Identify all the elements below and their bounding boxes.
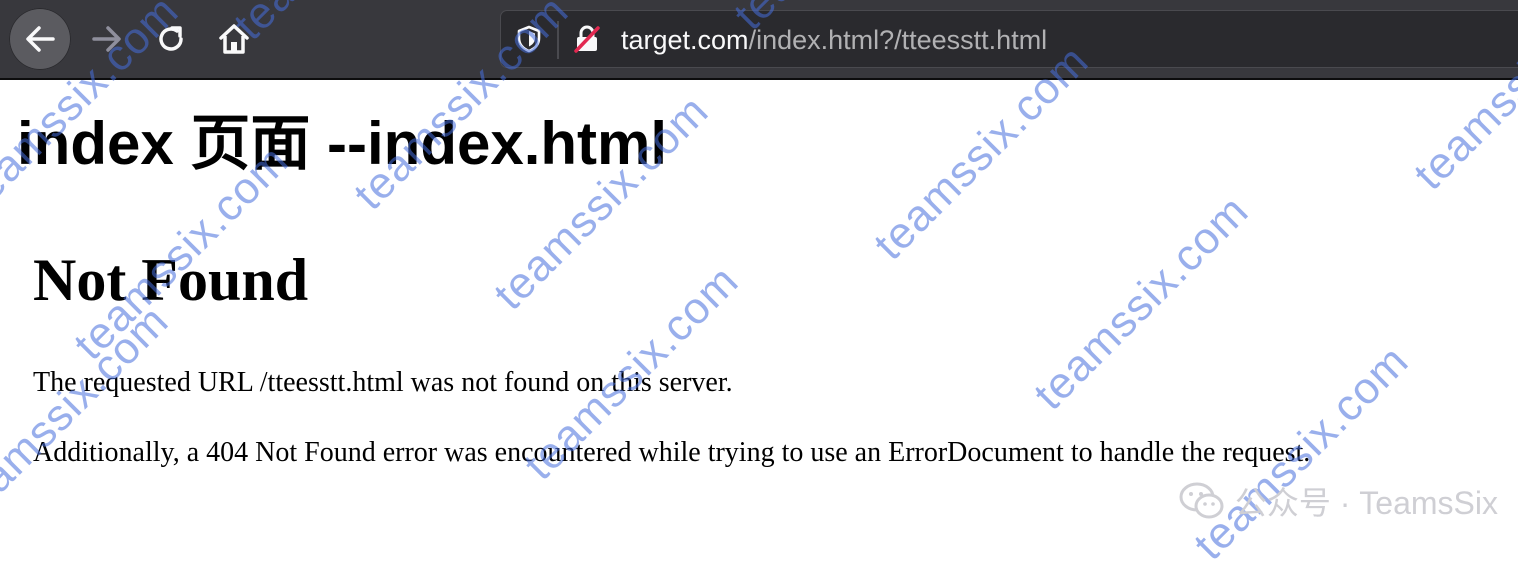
url-path: /index.html?/tteesstt.html: [748, 25, 1048, 55]
back-arrow-icon: [26, 26, 55, 52]
address-bar[interactable]: target.com/index.html?/tteesstt.html: [500, 10, 1518, 68]
forward-button[interactable]: [76, 8, 138, 70]
brand-text: 公众号 · TeamsSix: [1234, 485, 1498, 521]
error-heading: Not Found: [33, 247, 309, 313]
error-message: The requested URL /tteesstt.html was not…: [33, 367, 733, 398]
url-text[interactable]: target.com/index.html?/tteesstt.html: [621, 23, 1047, 57]
home-button[interactable]: [203, 8, 265, 70]
wechat-brand-watermark: 公众号 · TeamsSix: [1179, 478, 1498, 524]
watermark-text: teamssix.com: [0, 295, 178, 530]
shield-icon: [517, 25, 541, 53]
reload-icon: [159, 26, 183, 51]
forward-arrow-icon: [92, 26, 121, 52]
error-additional-message: Additionally, a 404 Not Found error was …: [33, 437, 1311, 468]
url-host: target.com: [621, 25, 749, 55]
insecure-lock-icon: [574, 25, 600, 53]
tracking-protection-button[interactable]: [515, 25, 543, 53]
browser-toolbar: target.com/index.html?/tteesstt.html: [0, 0, 1518, 80]
back-button[interactable]: [9, 8, 71, 70]
home-icon: [219, 24, 249, 54]
urlbar-separator: [557, 21, 559, 59]
page-title: index 页面 --index.html: [17, 110, 668, 177]
reload-button[interactable]: [140, 8, 202, 70]
error-document: Not Found The requested URL /tteesstt.ht…: [33, 242, 1513, 468]
site-security-button[interactable]: [573, 25, 601, 53]
wechat-icon: [1179, 482, 1224, 519]
